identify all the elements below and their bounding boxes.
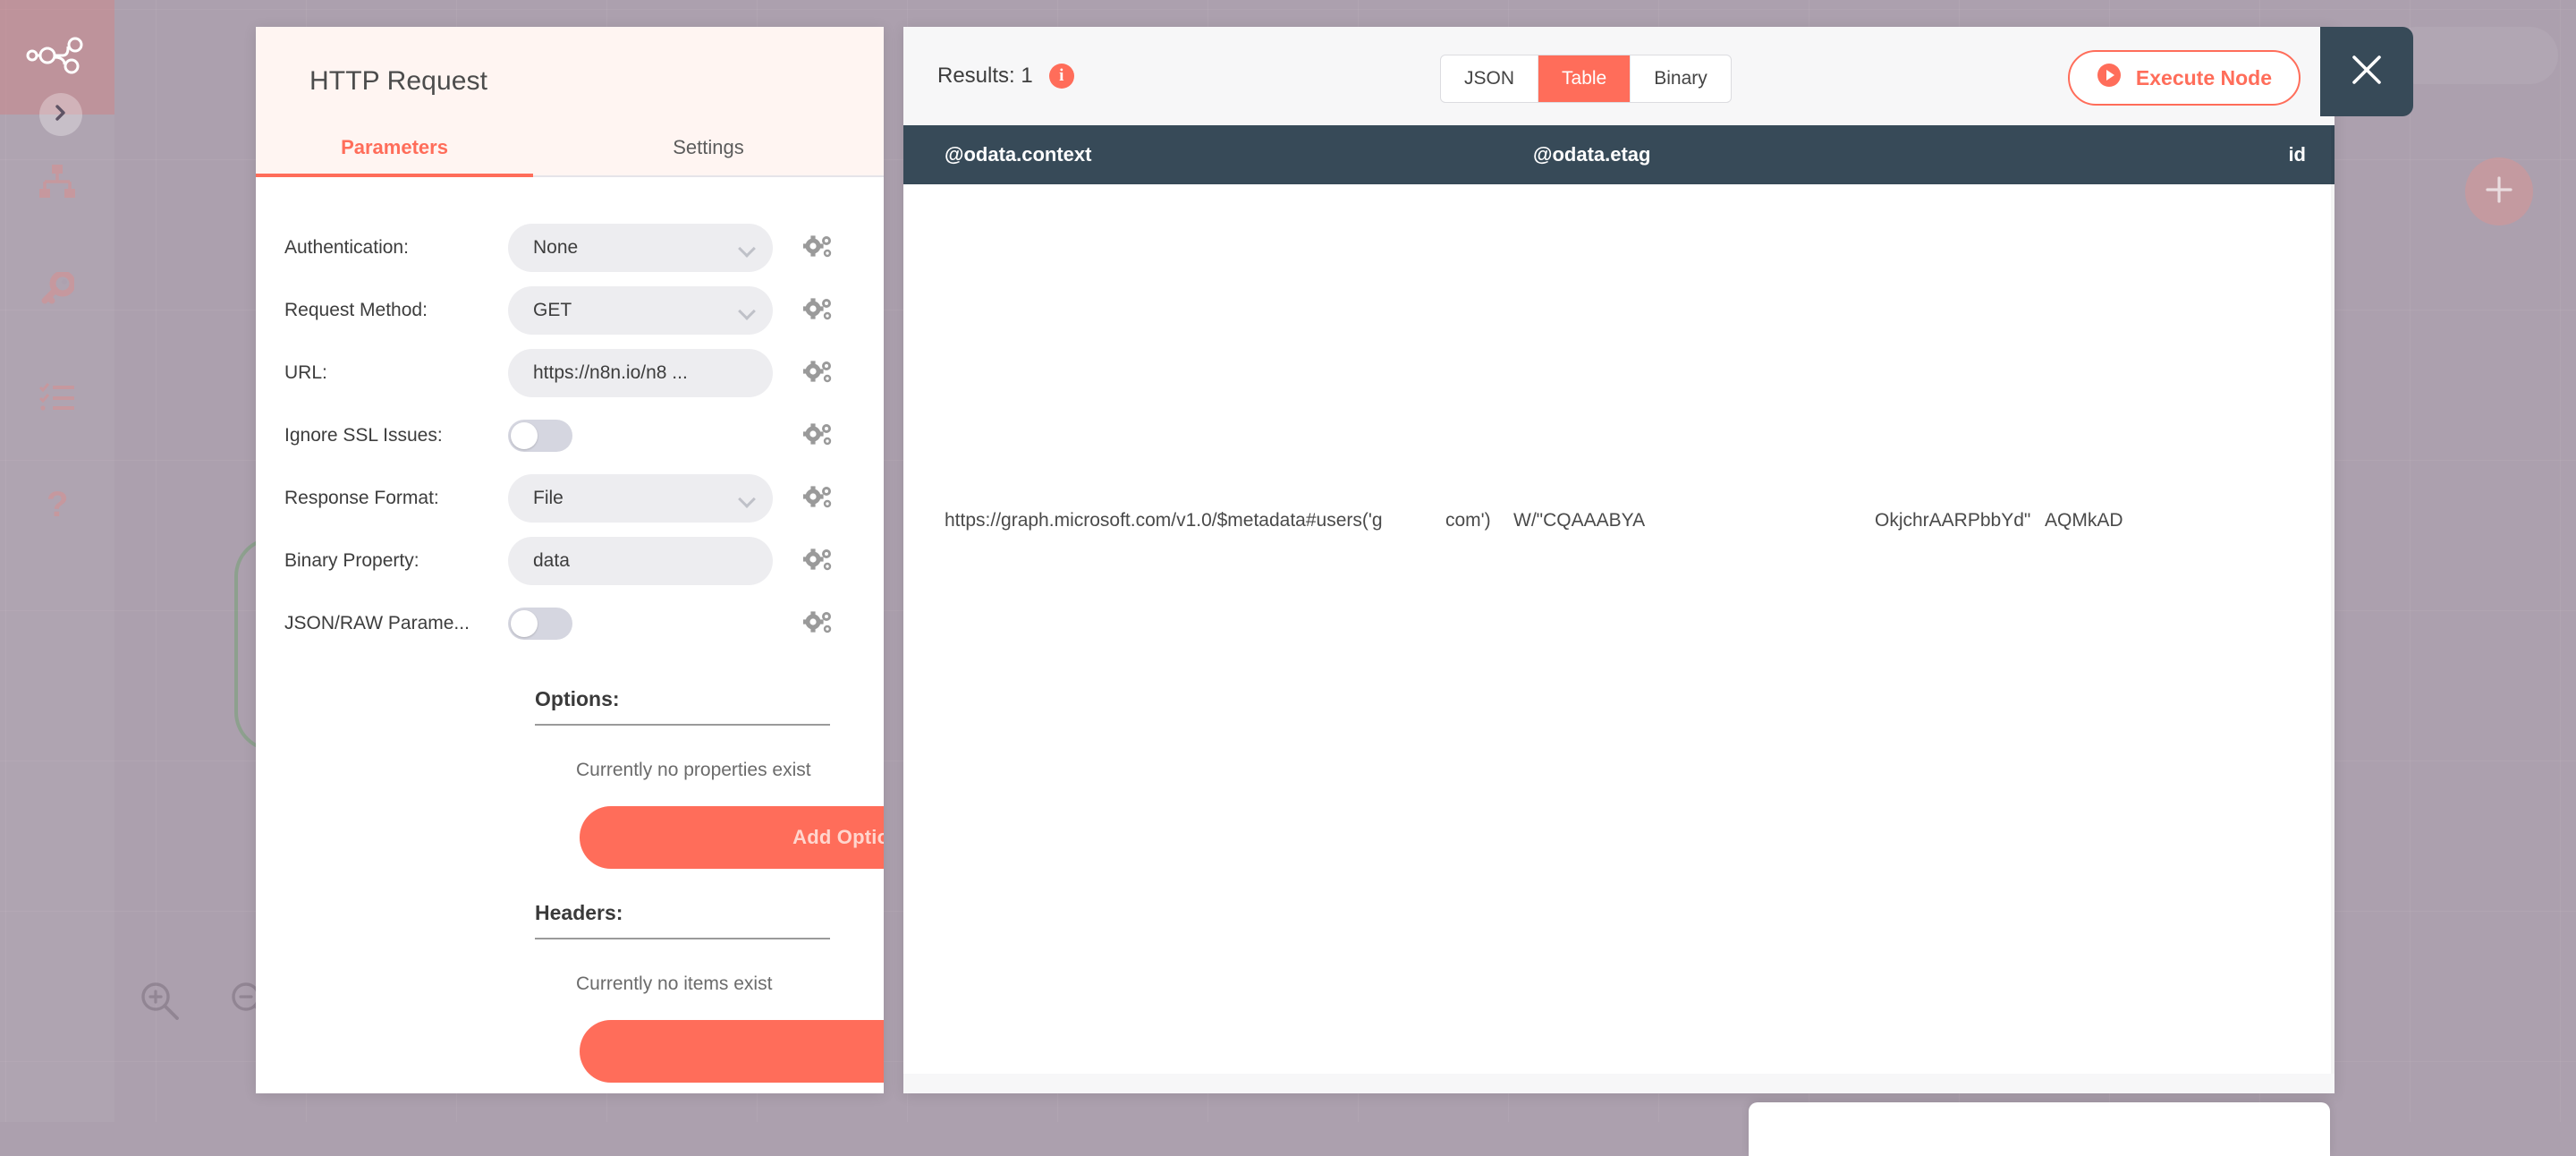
url-input[interactable]: https://n8n.io/n8 ... — [508, 349, 773, 397]
authentication-select[interactable]: None — [508, 224, 773, 272]
add-option-button[interactable]: Add Option — [580, 806, 884, 869]
gears-icon — [803, 422, 834, 449]
tab-settings[interactable]: Settings — [533, 136, 884, 175]
table-header-row: @odata.context @odata.etag id — [903, 125, 2334, 184]
param-row-url: URL: https://n8n.io/n8 ... — [256, 342, 884, 404]
tab-active-underline — [256, 174, 533, 177]
cell-odata-context: https://graph.microsoft.com/v1.0/$metada… — [903, 502, 1279, 540]
output-panel: Results: 1 i JSON Table Binary Execute N… — [903, 27, 2334, 1093]
parameter-tabs: Parameters Settings — [256, 136, 884, 175]
binary-property-input[interactable]: data — [508, 537, 773, 585]
param-row-binary-property: Binary Property: data — [256, 530, 884, 592]
parameters-header: HTTP Request Parameters Settings — [256, 27, 884, 177]
request-method-select[interactable]: GET — [508, 286, 773, 335]
execute-node-button[interactable]: Execute Node — [2068, 50, 2301, 106]
parameters-list: Authentication: None — [256, 177, 884, 1083]
param-label: URL: — [284, 362, 508, 384]
output-toolbar: Results: 1 i JSON Table Binary Execute N… — [903, 27, 2334, 125]
parameters-panel: HTTP Request Parameters Settings Authent… — [256, 27, 884, 1093]
param-row-json-raw-parameters: JSON/RAW Parame... — [256, 592, 884, 655]
param-options-gear-button[interactable] — [803, 548, 834, 574]
close-icon — [2347, 50, 2386, 94]
param-label: Authentication: — [284, 237, 508, 259]
table-scrollbar[interactable] — [2331, 125, 2334, 1074]
column-header-odata-context[interactable]: @odata.context — [903, 143, 1533, 166]
add-option-label: Add Option — [792, 826, 884, 849]
gears-icon — [803, 485, 834, 512]
page-title: HTTP Request — [256, 66, 884, 97]
cell-id: AQMkAD — [2045, 510, 2152, 531]
param-label: Binary Property: — [284, 550, 508, 572]
gears-icon — [803, 297, 834, 324]
results-table: @odata.context @odata.etag id https://gr… — [903, 125, 2334, 1074]
json-raw-parameters-toggle[interactable] — [508, 608, 572, 640]
tab-table[interactable]: Table — [1538, 55, 1631, 102]
tab-parameters[interactable]: Parameters — [256, 136, 533, 175]
cell-odata-etag-end: OkjchrAARPbbYd" — [1875, 510, 2045, 531]
cell-odata-etag-start: W/"CQAAABYA — [1513, 510, 1678, 531]
param-label: Response Format: — [284, 488, 508, 509]
results-count-label: Results: 1 — [937, 64, 1033, 89]
cell-odata-context-tail: com') — [1445, 510, 1513, 531]
param-options-gear-button[interactable] — [803, 422, 834, 449]
node-detail-view: HTTP Request Parameters Settings Authent… — [0, 0, 2576, 1122]
tab-json[interactable]: JSON — [1441, 55, 1538, 102]
param-options-gear-button[interactable] — [803, 610, 834, 637]
column-header-id[interactable]: id — [1894, 143, 2306, 166]
param-row-request-method: Request Method: GET — [256, 279, 884, 342]
param-row-authentication: Authentication: None — [256, 217, 884, 279]
param-row-ignore-ssl: Ignore SSL Issues: — [256, 404, 884, 467]
param-label: Request Method: — [284, 300, 508, 321]
column-header-odata-etag[interactable]: @odata.etag — [1533, 143, 1894, 166]
headers-empty-text: Currently no items exist — [256, 939, 884, 995]
ignore-ssl-toggle[interactable] — [508, 420, 572, 452]
add-header-button[interactable] — [580, 1020, 884, 1083]
param-label: JSON/RAW Parame... — [284, 613, 508, 634]
headers-section-title: Headers: — [256, 869, 884, 938]
param-row-response-format: Response Format: File — [256, 467, 884, 530]
param-options-gear-button[interactable] — [803, 297, 834, 324]
options-empty-text: Currently no properties exist — [256, 726, 884, 781]
response-format-select[interactable]: File — [508, 474, 773, 523]
output-display-tabs: JSON Table Binary — [1440, 55, 1732, 103]
param-options-gear-button[interactable] — [803, 360, 834, 387]
info-icon[interactable]: i — [1049, 64, 1074, 89]
table-row[interactable]: https://graph.microsoft.com/v1.0/$metada… — [903, 502, 2334, 540]
play-circle-icon — [2097, 63, 2122, 93]
param-label: Ignore SSL Issues: — [284, 425, 508, 446]
execute-node-label: Execute Node — [2136, 66, 2272, 90]
gears-icon — [803, 548, 834, 574]
gears-icon — [803, 610, 834, 637]
options-section-title: Options: — [256, 655, 884, 724]
param-options-gear-button[interactable] — [803, 234, 834, 261]
gears-icon — [803, 234, 834, 261]
gears-icon — [803, 360, 834, 387]
close-button[interactable] — [2320, 27, 2413, 116]
table-body: https://graph.microsoft.com/v1.0/$metada… — [903, 184, 2334, 1074]
tab-binary[interactable]: Binary — [1631, 55, 1731, 102]
param-options-gear-button[interactable] — [803, 485, 834, 512]
